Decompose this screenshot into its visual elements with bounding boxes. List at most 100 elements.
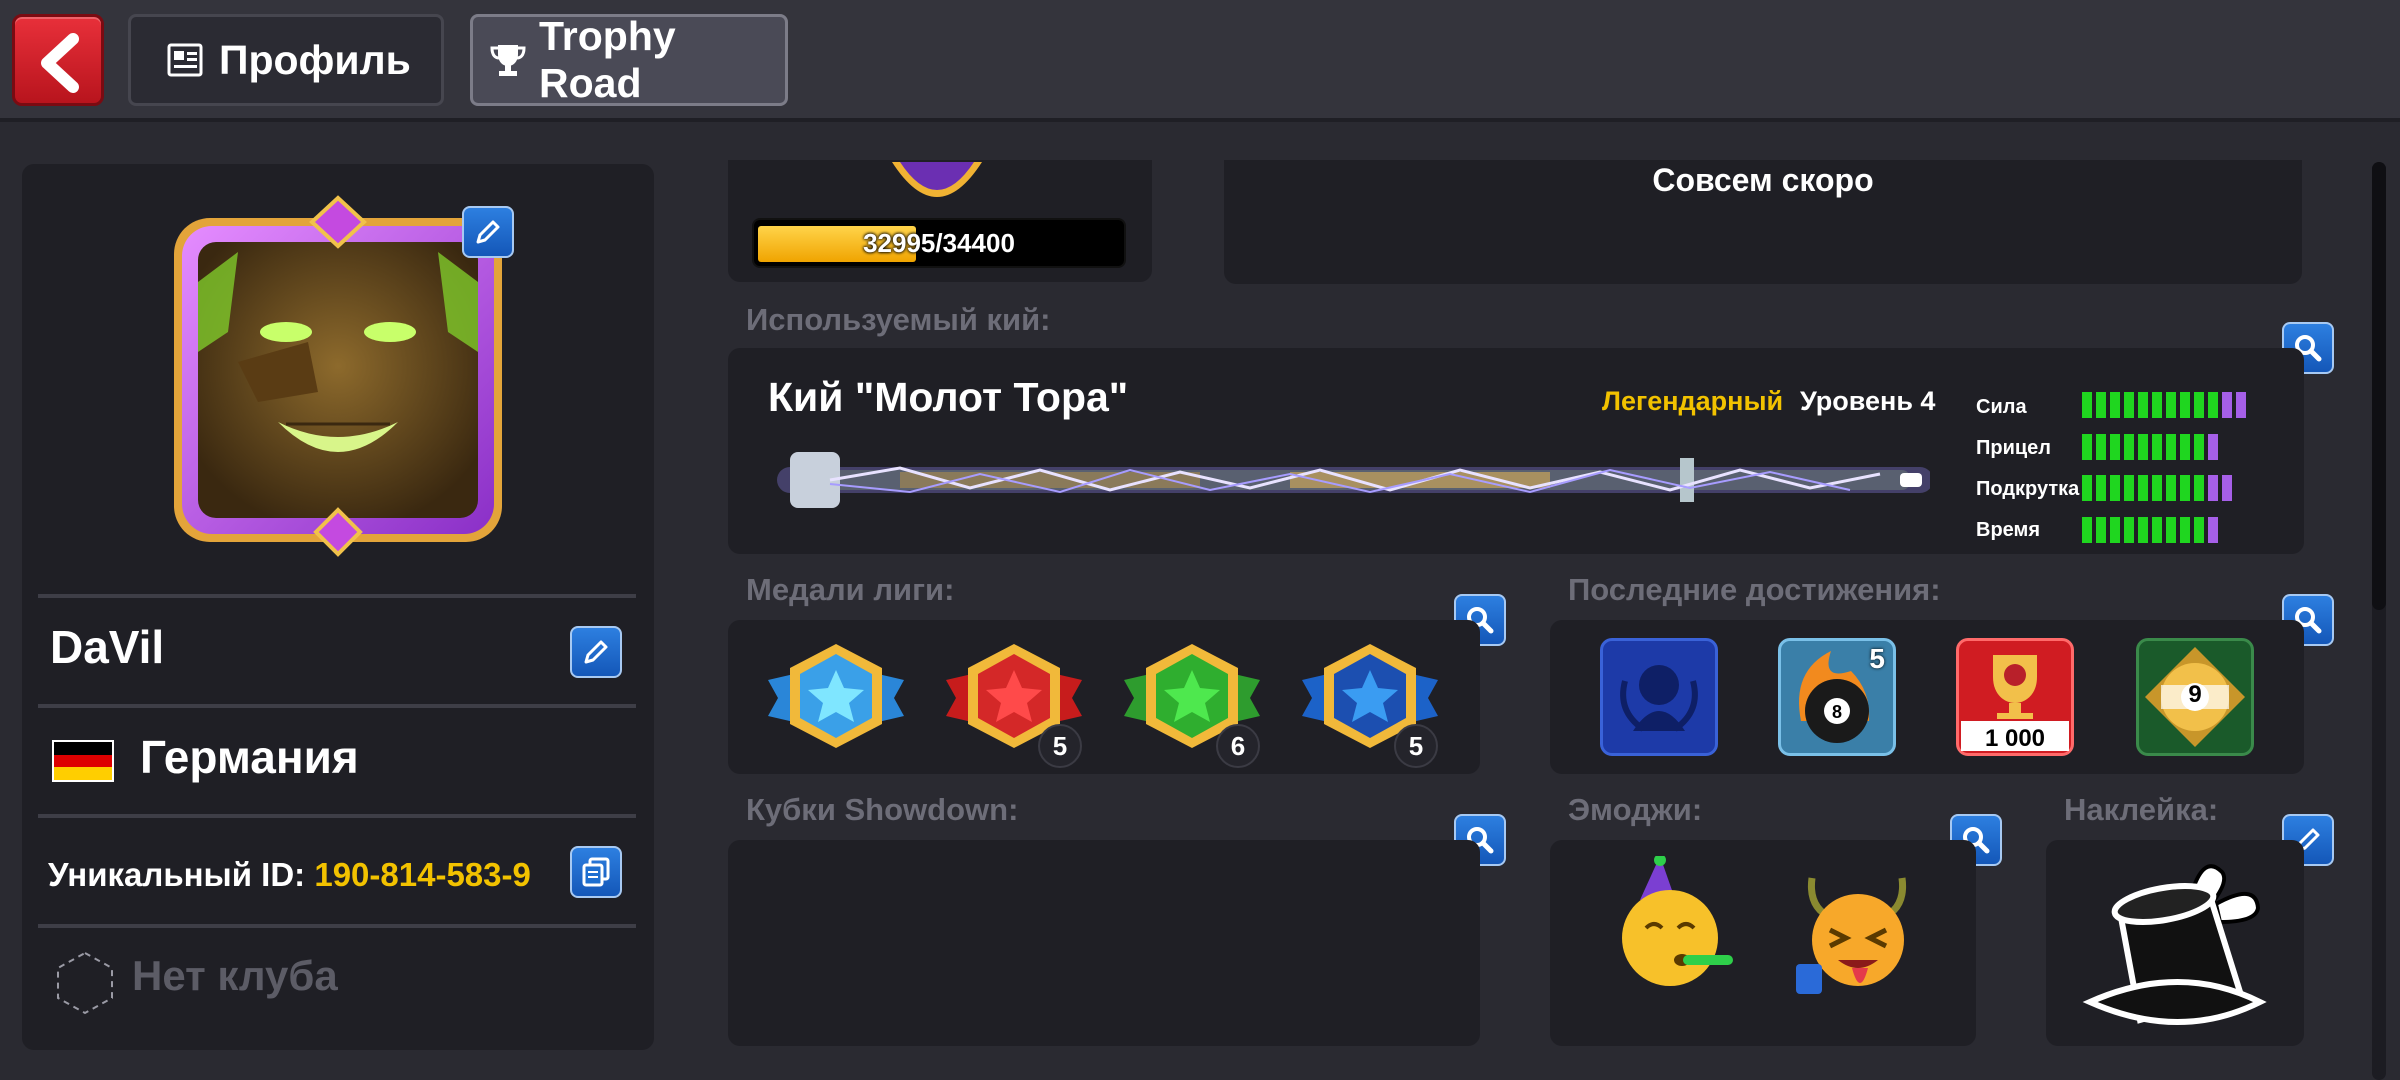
back-button[interactable] [12, 14, 104, 106]
level-progress-bar: 32995/34400 [752, 218, 1126, 268]
stat-power-bar [2082, 392, 2246, 418]
stat-spin-bar [2082, 475, 2232, 501]
achievement-count: 9 [2188, 681, 2202, 708]
stat-segment-filled [2152, 517, 2162, 543]
pencil-icon [476, 220, 500, 244]
locked-trophy-icon [1620, 665, 1698, 732]
stat-segment-filled [2124, 475, 2134, 501]
stat-segment-filled [2194, 517, 2204, 543]
cue-level: Уровень 4 [1800, 386, 1936, 416]
cue-image [777, 452, 1930, 508]
player-country: Германия [140, 731, 359, 783]
stat-segment-filled [2180, 517, 2190, 543]
stat-segment-filled [2096, 517, 2106, 543]
unique-id: Уникальный ID: 190-814-583-9 [48, 856, 531, 894]
club-shield-icon [57, 951, 113, 1015]
divider [38, 594, 636, 598]
stat-segment-filled [2110, 434, 2120, 460]
achievement-item[interactable]: 9 [2136, 638, 2254, 756]
stat-segment-filled [2166, 475, 2176, 501]
sticker-label: Наклейка: [2064, 792, 2219, 827]
stat-segment-filled [2180, 475, 2190, 501]
stat-spin-label: Подкрутка [1976, 478, 2080, 500]
stat-segment-bonus [2208, 475, 2218, 501]
showdown-label: Кубки Showdown: [746, 792, 1019, 827]
trophy-icon [489, 42, 527, 78]
pencil-icon [584, 640, 608, 664]
stat-segment-filled [2096, 392, 2106, 418]
stat-time-bar [2082, 517, 2218, 543]
reindeer-emoji-icon[interactable] [1782, 868, 1932, 1008]
unique-id-value: 190-814-583-9 [314, 856, 531, 893]
magic-hat-sticker-icon[interactable] [2080, 852, 2270, 1034]
stat-segment-filled [2138, 517, 2148, 543]
stat-segment-filled [2138, 392, 2148, 418]
player-name: DaVil [50, 621, 165, 673]
stat-aim-label: Прицел [1976, 437, 2052, 459]
achievement-count: 5 [1869, 643, 1885, 674]
stat-segment-bonus [2208, 517, 2218, 543]
stat-segment-bonus [2222, 475, 2232, 501]
medal-count-badge: 5 [1394, 724, 1438, 768]
emoji-label: Эмоджи: [1568, 792, 1703, 827]
tab-trophy-road[interactable]: Trophy Road [470, 13, 788, 106]
stat-segment-filled [2096, 434, 2106, 460]
medal-blue-star-icon [768, 644, 904, 748]
stat-segment-filled [2110, 517, 2120, 543]
party-emoji-icon[interactable] [1612, 856, 1742, 996]
stat-segment-filled [2110, 392, 2120, 418]
medal-count-badge: 5 [1038, 724, 1082, 768]
divider [38, 704, 636, 708]
stat-time-label: Время [1976, 519, 2040, 541]
svg-text:8: 8 [1832, 702, 1842, 722]
achievement-count: 1 000 [1984, 725, 2046, 752]
stat-segment-filled [2082, 475, 2092, 501]
stat-segment-filled [2124, 434, 2134, 460]
stat-segment-filled [2166, 434, 2176, 460]
stat-segment-filled [2180, 434, 2190, 460]
stat-segment-filled [2124, 392, 2134, 418]
stat-segment-filled [2194, 392, 2204, 418]
achievement-item[interactable]: 8 5 [1778, 638, 1896, 756]
stat-segment-filled [2194, 475, 2204, 501]
stat-segment-filled [2208, 392, 2218, 418]
id-card-icon [167, 43, 203, 77]
stat-aim-bar [2082, 434, 2218, 460]
stat-segment-filled [2110, 475, 2120, 501]
stat-segment-filled [2096, 475, 2106, 501]
achievement-item[interactable] [1600, 638, 1718, 756]
stat-segment-filled [2082, 434, 2092, 460]
league-medal[interactable] [764, 640, 908, 757]
copy-id-button[interactable] [570, 846, 622, 898]
level-badge-icon [892, 162, 982, 197]
no-club-text: Нет клуба [132, 952, 338, 999]
scrollbar-thumb[interactable] [2372, 162, 2386, 610]
level-progress-text: 32995/34400 [863, 228, 1015, 258]
copy-icon [582, 857, 610, 887]
achievement-item[interactable]: 1 000 [1956, 638, 2074, 756]
avatar[interactable] [168, 192, 508, 560]
achievements-label: Последние достижения: [1568, 572, 1941, 607]
medal-count-badge: 6 [1216, 724, 1260, 768]
showdown-card [728, 840, 1480, 1046]
stat-segment-filled [2180, 392, 2190, 418]
cue-rarity: Легендарный [1602, 386, 1784, 416]
tab-profile[interactable]: Профиль [128, 14, 444, 106]
edit-name-button[interactable] [570, 626, 622, 678]
germany-flag-icon [52, 740, 114, 782]
stat-segment-bonus [2222, 392, 2232, 418]
stat-segment-filled [2166, 392, 2176, 418]
league-medals-label: Медали лиги: [746, 572, 955, 607]
stat-segment-filled [2152, 434, 2162, 460]
divider [38, 814, 636, 818]
unique-id-label: Уникальный ID: [48, 856, 306, 893]
stat-segment-filled [2124, 517, 2134, 543]
coming-soon-text: Совсем скоро [1652, 162, 1874, 198]
tab-profile-label: Профиль [219, 36, 411, 83]
divider [38, 924, 636, 928]
stat-segment-filled [2166, 517, 2176, 543]
back-arrow-icon [41, 33, 79, 93]
stat-segment-filled [2082, 392, 2092, 418]
top-bar: Профиль Trophy Road [0, 0, 2400, 122]
edit-avatar-button[interactable] [462, 206, 514, 258]
